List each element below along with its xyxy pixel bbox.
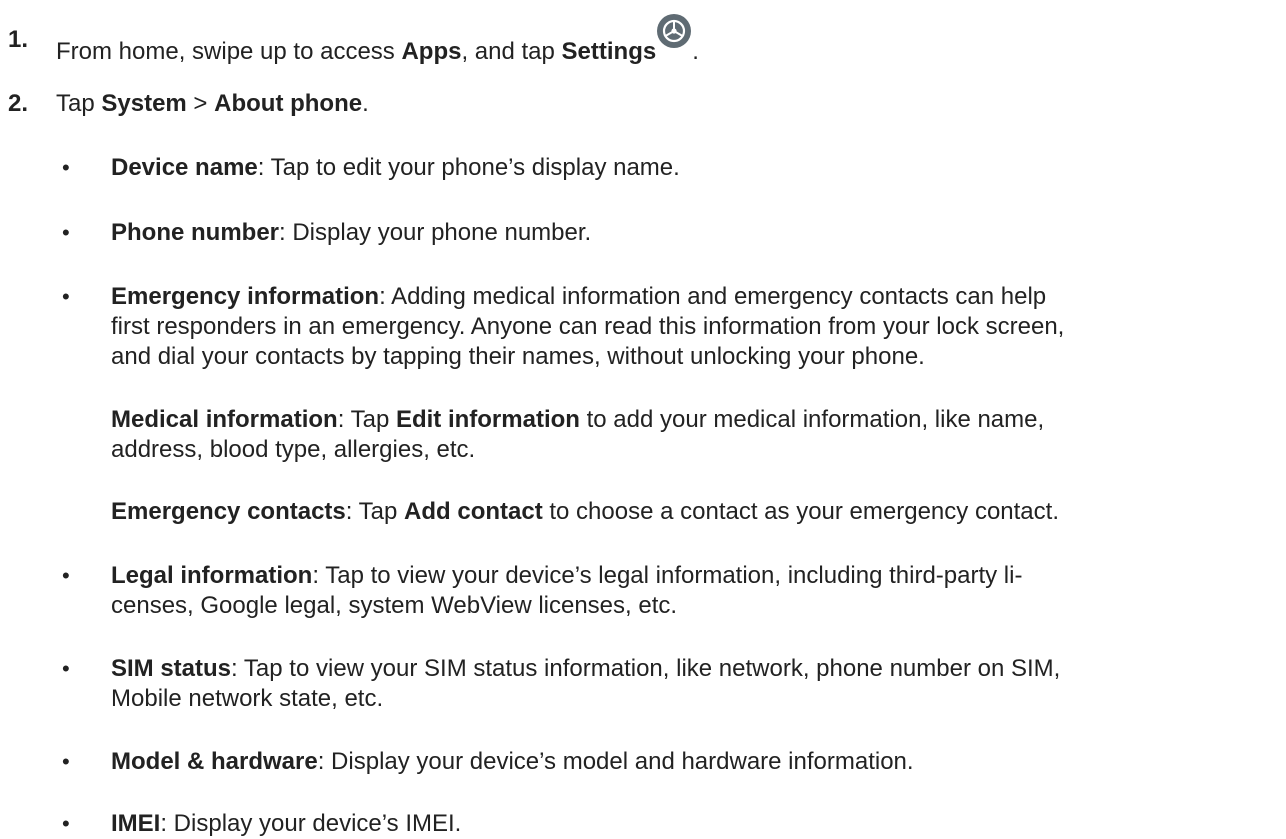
- item-text: censes, Google legal, system WebView lic…: [111, 592, 678, 619]
- item-term: Emergency information: [111, 283, 380, 310]
- item-text: : Tap to edit your phone’s display name.: [257, 154, 680, 181]
- step-number: 1.: [8, 26, 29, 53]
- item-term: Legal information: [111, 562, 313, 589]
- step-text: , and tap: [461, 38, 562, 65]
- item-term: SIM status: [111, 655, 232, 682]
- item-term: Phone number: [111, 219, 280, 246]
- item-term: Device name: [111, 154, 258, 181]
- bullet: •: [62, 284, 70, 309]
- item-text: : Display your phone number.: [279, 219, 592, 246]
- item-text: : Adding medical information and emergen…: [379, 283, 1047, 310]
- bullet: •: [62, 563, 70, 588]
- list-item-model-hardware: Model & hardware: Display your device’s …: [111, 747, 914, 777]
- item-text: first responders in an emergency. Anyone…: [111, 313, 1065, 340]
- step-text: Tap: [56, 90, 102, 117]
- about-phone-label: About phone: [214, 90, 363, 117]
- step-1-text: From home, swipe up to access Apps, and …: [56, 14, 699, 67]
- item-text: : Tap to view your device’s legal inform…: [312, 562, 1023, 589]
- step-text: From home, swipe up to access: [56, 38, 402, 65]
- item-term: Emergency contacts: [111, 498, 346, 525]
- list-item-legal-information: Legal information: Tap to view your devi…: [111, 561, 1022, 591]
- list-item-phone-number: Phone number: Display your phone number.: [111, 218, 591, 248]
- bullet: •: [62, 656, 70, 681]
- item-text: : Tap to view your SIM status informatio…: [231, 655, 1061, 682]
- list-item-device-name: Device name: Tap to edit your phone’s di…: [111, 153, 680, 183]
- document-page: 1. From home, swipe up to access Apps, a…: [0, 0, 1286, 837]
- system-label: System: [101, 90, 187, 117]
- item-text: and dial your contacts by tapping their …: [111, 343, 925, 370]
- apps-label: Apps: [401, 38, 462, 65]
- item-text: : Display your device’s IMEI.: [160, 810, 462, 837]
- add-contact-label: Add contact: [404, 498, 543, 525]
- step-text: >: [186, 90, 215, 117]
- item-term: Medical information: [111, 406, 338, 433]
- bullet: •: [62, 155, 70, 180]
- item-text: to choose a contact as your emergency co…: [542, 498, 1059, 525]
- bullet: •: [62, 811, 70, 836]
- settings-gear-icon: [656, 13, 692, 49]
- step-2-text: Tap System > About phone.: [56, 89, 369, 119]
- item-text: Mobile network state, etc.: [111, 685, 384, 712]
- item-term: IMEI: [111, 810, 161, 837]
- item-text: to add your medical information, like na…: [579, 406, 1045, 433]
- step-text: .: [362, 90, 369, 117]
- step-number: 2.: [8, 90, 29, 117]
- list-item-imei: IMEI: Display your device’s IMEI.: [111, 809, 461, 839]
- emergency-contacts-paragraph: Emergency contacts: Tap Add contact to c…: [111, 497, 1059, 527]
- item-text: : Tap: [345, 498, 405, 525]
- medical-information-paragraph: Medical information: Tap Edit informatio…: [111, 405, 1044, 435]
- list-item-sim-status: SIM status: Tap to view your SIM status …: [111, 654, 1060, 684]
- item-text: : Tap: [337, 406, 396, 433]
- bullet: •: [62, 220, 70, 245]
- item-term: Model & hardware: [111, 748, 318, 775]
- list-item-emergency-information: Emergency information: Adding medical in…: [111, 282, 1046, 312]
- edit-information-label: Edit information: [395, 406, 580, 433]
- bullet: •: [62, 749, 70, 774]
- item-text: address, blood type, allergies, etc.: [111, 436, 476, 463]
- item-text: : Display your device’s model and hardwa…: [317, 748, 914, 775]
- step-text: .: [692, 38, 699, 65]
- settings-label: Settings: [561, 38, 657, 65]
